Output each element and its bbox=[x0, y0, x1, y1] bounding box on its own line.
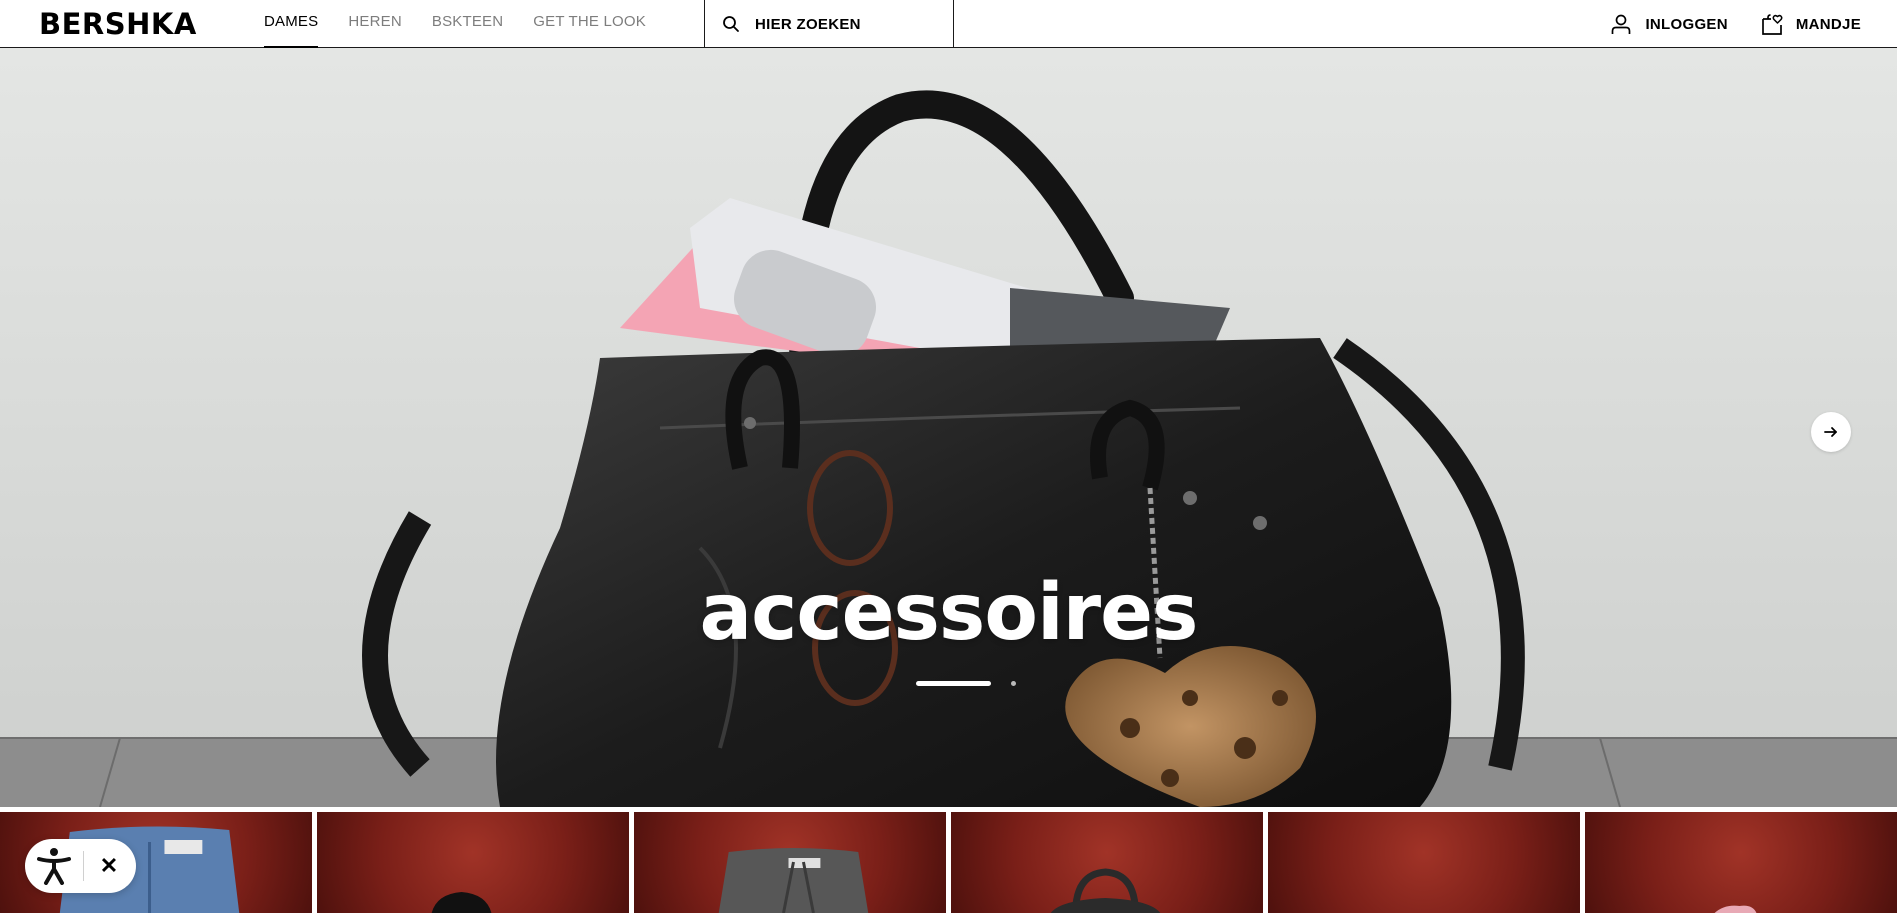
arrow-right-icon bbox=[1824, 427, 1837, 437]
main-nav: DAMES HEREN BSKTEEN GET THE LOOK bbox=[264, 0, 676, 48]
category-tile-trousers[interactable] bbox=[634, 812, 946, 913]
bag-image bbox=[1050, 868, 1161, 913]
category-tile-bag[interactable] bbox=[951, 812, 1263, 913]
search-label: HIER ZOEKEN bbox=[755, 15, 861, 33]
accessibility-close-button[interactable]: ✕ bbox=[84, 839, 134, 893]
hero-image-bag bbox=[0, 48, 1897, 807]
nav-tab-get-the-look[interactable]: GET THE LOOK bbox=[533, 0, 646, 48]
accessibility-widget: ✕ bbox=[25, 839, 136, 893]
header-actions: INLOGGEN MANDJE bbox=[1609, 0, 1861, 48]
user-icon bbox=[1612, 14, 1631, 34]
shopping-bag-heart-icon bbox=[1762, 14, 1783, 35]
nav-tab-dames[interactable]: DAMES bbox=[264, 0, 319, 48]
category-tile-shoes[interactable] bbox=[1585, 812, 1897, 913]
shoes-image bbox=[1714, 905, 1757, 913]
site-header: BERSHKA DAMES HEREN BSKTEEN GET THE LOOK… bbox=[0, 0, 1897, 48]
cart-label: MANDJE bbox=[1795, 15, 1861, 33]
hero-title[interactable]: accessoires bbox=[0, 568, 1897, 658]
carousel-next-button[interactable] bbox=[1811, 412, 1851, 452]
search-icon bbox=[723, 16, 739, 32]
category-tile-5[interactable] bbox=[1268, 812, 1580, 913]
cart-button[interactable]: MANDJE bbox=[1760, 12, 1861, 36]
hero-banner[interactable]: accessoires bbox=[0, 48, 1897, 807]
carousel-dot-active[interactable] bbox=[916, 681, 991, 686]
category-tiles bbox=[0, 812, 1897, 913]
carousel-pagination bbox=[916, 681, 1016, 686]
sunglasses-image bbox=[431, 892, 492, 913]
accessibility-person-icon bbox=[37, 848, 71, 885]
category-tile-sunglasses[interactable] bbox=[317, 812, 629, 913]
trousers-image bbox=[718, 848, 869, 913]
nav-tab-bskteen[interactable]: BSKTEEN bbox=[432, 0, 503, 48]
search-box[interactable]: HIER ZOEKEN bbox=[704, 0, 954, 48]
login-label: INLOGGEN bbox=[1645, 15, 1728, 33]
login-button[interactable]: INLOGGEN bbox=[1609, 12, 1728, 36]
nav-tab-heren[interactable]: HEREN bbox=[348, 0, 402, 48]
carousel-dot[interactable] bbox=[1011, 681, 1016, 686]
accessibility-button[interactable] bbox=[25, 839, 83, 893]
brand-logo[interactable]: BERSHKA bbox=[39, 7, 197, 41]
